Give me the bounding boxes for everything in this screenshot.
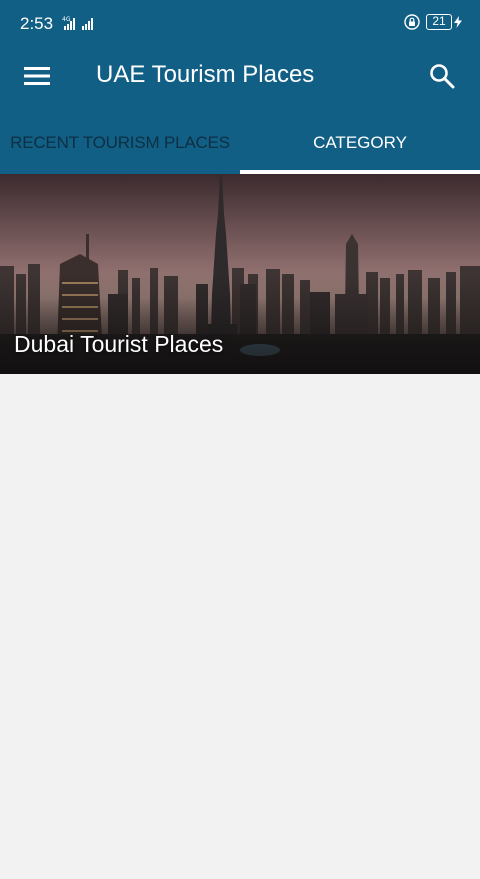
battery-icon: 21	[426, 14, 462, 30]
menu-icon	[24, 67, 50, 85]
page-title: UAE Tourism Places	[96, 61, 315, 88]
status-time: 2:53	[20, 14, 54, 33]
search-icon	[430, 64, 455, 89]
tab-category[interactable]: CATEGORY	[240, 112, 480, 174]
tab-label: CATEGORY	[313, 133, 407, 152]
search-button[interactable]	[424, 58, 460, 94]
menu-button[interactable]	[20, 60, 54, 92]
app-bar: 2:53 4G 21 UAE Tourism Places RECENT TOU…	[0, 0, 480, 174]
category-card-dubai[interactable]: Dubai Tourist Places	[0, 174, 480, 374]
category-title: Dubai Tourist Places	[14, 331, 224, 357]
signal-icon: 4G	[62, 16, 93, 30]
tab-bar: RECENT TOURISM PLACES CATEGORY	[0, 112, 480, 174]
tab-label: RECENT TOURISM PLACES	[10, 133, 230, 152]
svg-text:4G: 4G	[62, 16, 71, 23]
charging-icon	[454, 16, 462, 28]
status-bar: 2:53 4G 21	[0, 0, 480, 48]
tab-recent-tourism-places[interactable]: RECENT TOURISM PLACES	[0, 112, 240, 174]
toolbar: UAE Tourism Places	[0, 48, 480, 104]
status-right-icons: 21	[404, 14, 462, 30]
battery-level: 21	[426, 14, 452, 30]
lock-rotation-icon	[404, 14, 420, 30]
